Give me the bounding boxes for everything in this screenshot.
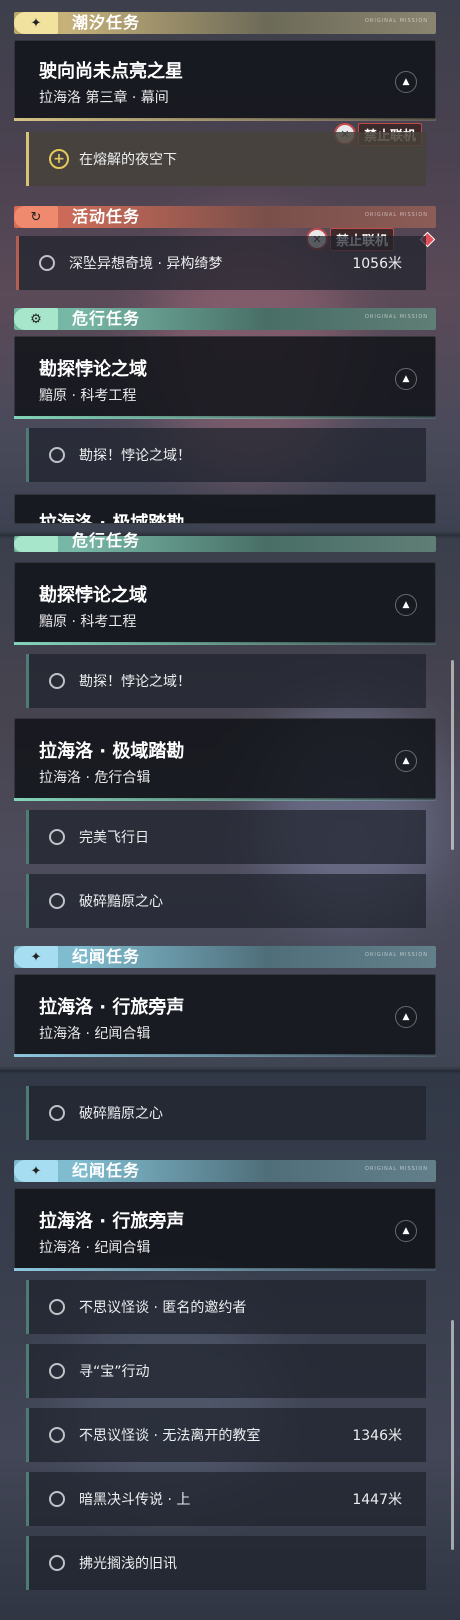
refresh-arrow-icon: ↻ <box>14 206 58 228</box>
category-title: 危行任务 <box>72 531 141 550</box>
task-label: 暗黑决斗传说 · 上 <box>79 1492 191 1508</box>
navigation-arrow-icon[interactable]: ▲ <box>395 71 417 93</box>
mission-name: 勘探悖论之域 <box>39 359 147 380</box>
mission-card-tide[interactable]: 驶向尚未点亮之星 拉海洛 第三章 · 幕间 ▲ <box>14 40 436 121</box>
plus-circle-icon: + <box>49 149 69 169</box>
radio-circle-icon <box>39 255 55 271</box>
task-row-chronicle[interactable]: 不思议怪谈 · 无法离开的教室 1346米 <box>26 1408 426 1462</box>
card-accent-line <box>14 642 436 645</box>
radio-circle-icon <box>49 1427 65 1443</box>
task-row-chronicle[interactable]: 寻“宝”行动 <box>26 1344 426 1398</box>
category-header-danger-peek[interactable]: 危行任务 <box>14 531 436 552</box>
radio-circle-icon <box>49 893 65 909</box>
mission-name: 勘探悖论之域 <box>39 585 147 606</box>
task-label: 勘探！悖论之域！ <box>79 448 191 464</box>
task-label: 不思议怪谈 · 无法离开的教室 <box>79 1428 261 1444</box>
card-accent-line <box>14 1268 436 1271</box>
card-accent-line <box>14 1054 436 1057</box>
task-row-event[interactable]: 深坠异想奇境 · 异构绮梦 1056米 <box>16 236 426 290</box>
task-label: 不思议怪谈 · 匿名的邀约者 <box>79 1300 247 1316</box>
radio-circle-icon <box>49 1299 65 1315</box>
task-row-chronicle[interactable]: 不思议怪谈 · 匿名的邀约者 <box>26 1280 426 1334</box>
task-distance: 1056米 <box>352 256 402 272</box>
scrollbar-thumb[interactable] <box>451 1320 454 1550</box>
navigation-arrow-icon[interactable]: ▲ <box>395 1006 417 1028</box>
radio-circle-icon <box>49 829 65 845</box>
card-accent-line <box>14 416 436 419</box>
sparkle-star-icon: ✦ <box>14 12 58 34</box>
category-tag: ORIGINAL MISSION <box>364 314 428 320</box>
mission-name: 拉海洛 · 极域踏勘 <box>39 513 185 524</box>
card-accent-line <box>14 798 436 801</box>
mission-subtitle: 拉海洛 · 危行合辑 <box>39 770 151 786</box>
mission-card-polar[interactable]: 拉海洛 · 极域踏勘 拉海洛 · 危行合辑 ▲ <box>14 718 436 801</box>
task-label: 破碎黯原之心 <box>79 894 163 910</box>
task-label: 拂光搁浅的旧讯 <box>79 1556 177 1572</box>
navigation-arrow-icon[interactable]: ▲ <box>395 1220 417 1242</box>
task-label: 在熔解的夜空下 <box>79 152 177 168</box>
category-tag: ORIGINAL MISSION <box>364 1166 428 1172</box>
navigation-arrow-icon[interactable]: ▲ <box>395 750 417 772</box>
radio-circle-icon <box>49 1491 65 1507</box>
mission-card-danger[interactable]: 勘探悖论之域 黯原 · 科考工程 ▲ <box>14 336 436 419</box>
mission-subtitle: 拉海洛 · 纪闻合辑 <box>39 1240 151 1256</box>
card-accent-line <box>14 118 436 121</box>
task-row-polar[interactable]: 破碎黯原之心 <box>26 1086 426 1140</box>
task-label: 破碎黯原之心 <box>79 1106 163 1122</box>
mission-name: 拉海洛 · 行旅旁声 <box>39 997 185 1018</box>
mission-subtitle: 拉海洛 · 纪闻合辑 <box>39 1026 151 1042</box>
radio-circle-icon <box>49 447 65 463</box>
mission-card-peek[interactable]: 拉海洛 · 极域踏勘 <box>14 494 436 524</box>
category-header-danger[interactable]: ⚙ 危行任务 ORIGINAL MISSION <box>14 308 436 330</box>
task-row-polar[interactable]: 破碎黯原之心 <box>26 874 426 928</box>
task-label: 深坠异想奇境 · 异构绮梦 <box>69 256 223 272</box>
mission-card-chronicle[interactable]: 拉海洛 · 行旅旁声 拉海洛 · 纪闻合辑 ▲ <box>14 974 436 1057</box>
category-header-tide[interactable]: ✦ 潮汐任务 ORIGINAL MISSION <box>14 12 436 34</box>
category-tag: ORIGINAL MISSION <box>364 952 428 958</box>
category-header-event[interactable]: ↻ 活动任务 ORIGINAL MISSION <box>14 206 436 228</box>
mission-name: 拉海洛 · 极域踏勘 <box>39 741 185 762</box>
mission-subtitle: 拉海洛 第三章 · 幕间 <box>39 90 169 106</box>
category-header-chronicle[interactable]: ✦ 纪闻任务 ORIGINAL MISSION <box>14 1160 436 1182</box>
radio-circle-icon <box>49 1555 65 1571</box>
category-title: 纪闻任务 <box>72 1161 141 1180</box>
radio-circle-icon <box>49 673 65 689</box>
mission-card-chronicle[interactable]: 拉海洛 · 行旅旁声 拉海洛 · 纪闻合辑 ▲ <box>14 1188 436 1271</box>
task-distance: 1346米 <box>352 1428 402 1444</box>
task-row-chronicle[interactable]: 暗黑决斗传说 · 上 1447米 <box>26 1472 426 1526</box>
mission-subtitle: 黯原 · 科考工程 <box>39 614 137 630</box>
navigation-arrow-icon[interactable]: ▲ <box>395 594 417 616</box>
navigation-arrow-icon[interactable]: ▲ <box>395 368 417 390</box>
task-row-chronicle[interactable]: 拂光搁浅的旧讯 <box>26 1536 426 1590</box>
category-title: 活动任务 <box>72 207 141 226</box>
category-title: 潮汐任务 <box>72 13 141 32</box>
category-header-chronicle[interactable]: ✦ 纪闻任务 ORIGINAL MISSION <box>14 946 436 968</box>
category-tag: ORIGINAL MISSION <box>364 212 428 218</box>
task-row-polar[interactable]: 完美飞行日 <box>26 810 426 864</box>
task-label: 寻“宝”行动 <box>79 1364 150 1380</box>
category-title: 纪闻任务 <box>72 947 141 966</box>
category-tag: ORIGINAL MISSION <box>364 18 428 24</box>
radio-circle-icon <box>49 1105 65 1121</box>
task-row-danger[interactable]: 勘探！悖论之域！ <box>26 654 426 708</box>
task-label: 完美飞行日 <box>79 830 149 846</box>
mission-subtitle: 黯原 · 科考工程 <box>39 388 137 404</box>
radio-circle-icon <box>49 1363 65 1379</box>
task-distance: 1447米 <box>352 1492 402 1508</box>
task-row-danger[interactable]: 勘探！悖论之域！ <box>26 428 426 482</box>
category-title: 危行任务 <box>72 309 141 328</box>
sparkle-star-icon: ✦ <box>14 1160 58 1182</box>
sparkle-star-icon: ✦ <box>14 946 58 968</box>
screenshot-divider <box>0 1066 460 1074</box>
gear-eye-icon <box>14 536 58 552</box>
task-row-tide[interactable]: + 在熔解的夜空下 <box>26 132 426 186</box>
mission-name: 驶向尚未点亮之星 <box>39 61 183 82</box>
mission-card-danger[interactable]: 勘探悖论之域 黯原 · 科考工程 ▲ <box>14 562 436 645</box>
gear-eye-icon: ⚙ <box>14 308 58 330</box>
mission-name: 拉海洛 · 行旅旁声 <box>39 1211 185 1232</box>
task-label: 勘探！悖论之域！ <box>79 674 191 690</box>
scrollbar-thumb[interactable] <box>451 660 454 850</box>
